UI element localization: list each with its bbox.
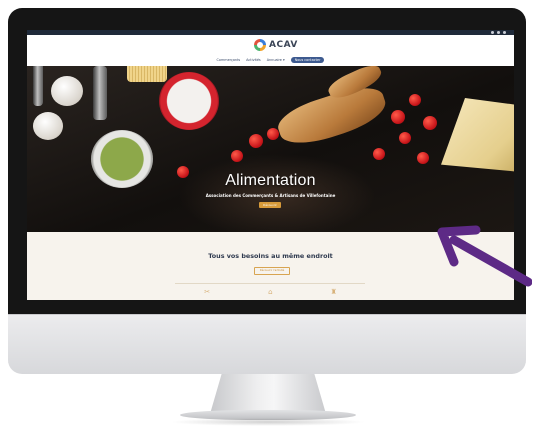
browser-controls[interactable] bbox=[491, 31, 506, 34]
arrow-shaft bbox=[449, 235, 532, 287]
cheese-image bbox=[441, 98, 514, 172]
logo-text: ACAV bbox=[269, 40, 298, 50]
tomato-image bbox=[267, 128, 279, 140]
monitor-stand-shadow bbox=[170, 418, 366, 426]
logo-icon bbox=[254, 39, 266, 51]
hero-title: Alimentation bbox=[225, 172, 316, 189]
hero-banner: Alimentation Association des Commerçants… bbox=[27, 66, 514, 232]
hero-discover-button[interactable]: Découvrir bbox=[259, 202, 281, 208]
bag-icon[interactable]: ♜ bbox=[331, 288, 337, 296]
tomato-image bbox=[423, 116, 437, 130]
monitor-stand-neck bbox=[210, 374, 326, 414]
main-nav: Commerçants Activités Annuaire ▾ Nous co… bbox=[27, 57, 514, 63]
nav-item-activites[interactable]: Activités bbox=[246, 58, 261, 62]
scissors-icon[interactable]: ✂ bbox=[204, 288, 210, 296]
nav-contact-button[interactable]: Nous contacter bbox=[290, 57, 325, 63]
feature-icons: ✂ ⌂ ♜ bbox=[27, 288, 514, 296]
tomato-image bbox=[391, 110, 405, 124]
hero-subtitle: Association des Commerçants & Artisans d… bbox=[205, 193, 336, 198]
pasta-image bbox=[127, 66, 167, 82]
purple-arrow-annotation bbox=[437, 225, 532, 287]
tomato-image bbox=[417, 152, 429, 164]
salt-bowl-image bbox=[159, 72, 219, 130]
nav-item-annuaire[interactable]: Annuaire ▾ bbox=[267, 58, 285, 62]
site-header: ACAV Commerçants Activités Annuaire ▾ No… bbox=[27, 35, 514, 66]
pepper-mill-image bbox=[33, 66, 43, 106]
garlic-image bbox=[33, 112, 63, 140]
nav-item-commercants[interactable]: Commerçants bbox=[217, 58, 241, 62]
garlic-image bbox=[51, 76, 83, 106]
store-icon[interactable]: ⌂ bbox=[268, 288, 272, 296]
pepper-mill-image bbox=[93, 66, 107, 120]
section-divider bbox=[175, 283, 365, 284]
tomato-image bbox=[409, 94, 421, 106]
site-logo[interactable]: ACAV bbox=[254, 39, 298, 51]
tomato-image bbox=[373, 148, 385, 160]
section-discover-button[interactable]: Découvrir l'activité bbox=[254, 267, 290, 275]
tomato-image bbox=[399, 132, 411, 144]
tomato-image bbox=[249, 134, 263, 148]
monitor-chin bbox=[8, 314, 526, 374]
tomato-image bbox=[231, 150, 243, 162]
